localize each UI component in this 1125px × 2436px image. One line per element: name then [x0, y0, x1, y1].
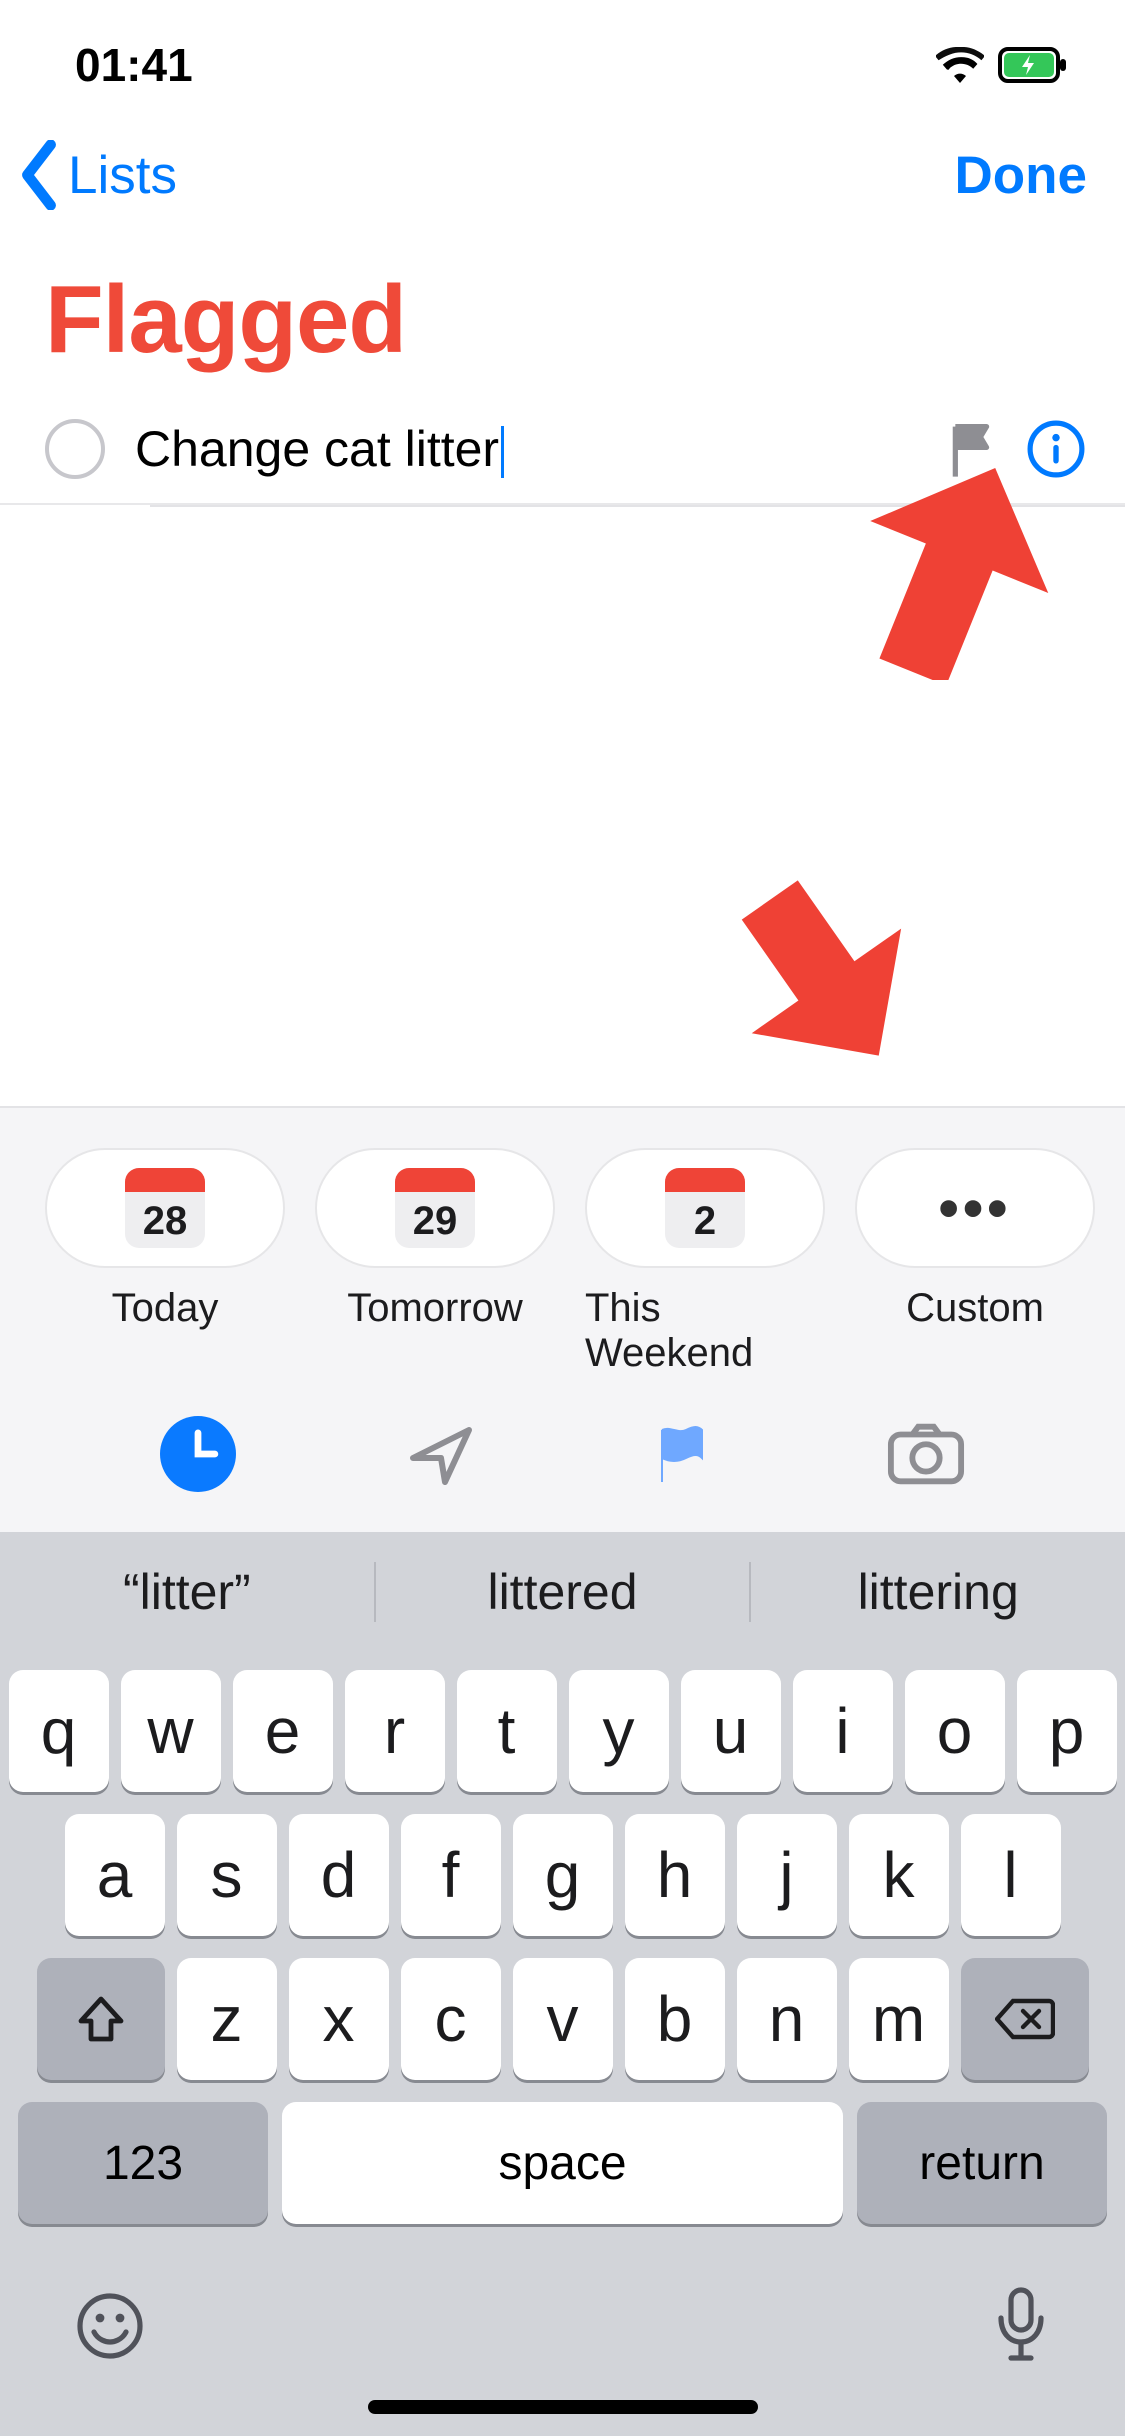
key-q[interactable]: q [9, 1670, 109, 1792]
home-indicator[interactable] [368, 2400, 758, 2414]
flag-button[interactable] [646, 1418, 718, 1490]
key-w[interactable]: w [121, 1670, 221, 1792]
key-row-3: z x c v b n m [8, 1958, 1117, 2080]
annotation-arrow-icon [720, 865, 910, 1075]
camera-button[interactable] [887, 1422, 965, 1486]
status-bar: 01:41 [0, 0, 1125, 130]
done-button[interactable]: Done [955, 145, 1088, 206]
return-key[interactable]: return [857, 2102, 1107, 2224]
back-label: Lists [68, 145, 177, 206]
quick-toolbar: 28 Today 29 Tomorrow 2 This Weekend ••• … [0, 1106, 1125, 1532]
key-c[interactable]: c [401, 1958, 501, 2080]
shift-key[interactable] [37, 1958, 165, 2080]
tool-row [45, 1376, 1080, 1532]
text-cursor [501, 426, 504, 478]
key-i[interactable]: i [793, 1670, 893, 1792]
key-r[interactable]: r [345, 1670, 445, 1792]
key-t[interactable]: t [457, 1670, 557, 1792]
chevron-left-icon [14, 140, 64, 210]
key-h[interactable]: h [625, 1814, 725, 1936]
suggestion-3[interactable]: littering [751, 1563, 1125, 1621]
ellipsis-icon: ••• [939, 1175, 1012, 1242]
quick-custom[interactable]: ••• Custom [855, 1148, 1095, 1376]
keyboard-suggestions: “litter” littered littering [0, 1532, 1125, 1652]
key-g[interactable]: g [513, 1814, 613, 1936]
quick-label: This Weekend [585, 1286, 825, 1376]
keyboard: q w e r t y u i o p a s d f g h j k l z … [0, 1652, 1125, 2436]
backspace-key[interactable] [961, 1958, 1089, 2080]
suggestion-1[interactable]: “litter” [0, 1563, 374, 1621]
emoji-button[interactable] [76, 2292, 144, 2360]
quick-weekend[interactable]: 2 This Weekend [585, 1148, 825, 1376]
calendar-day: 2 [694, 1199, 716, 1244]
nav-bar: Lists Done [0, 130, 1125, 225]
battery-charging-icon [998, 47, 1070, 83]
quick-date-row: 28 Today 29 Tomorrow 2 This Weekend ••• … [45, 1148, 1080, 1376]
suggestion-2[interactable]: littered [376, 1563, 750, 1621]
key-p[interactable]: p [1017, 1670, 1117, 1792]
time-button[interactable] [160, 1416, 236, 1492]
back-button[interactable]: Lists [14, 140, 177, 210]
key-d[interactable]: d [289, 1814, 389, 1936]
key-l[interactable]: l [961, 1814, 1061, 1936]
status-icons [936, 47, 1070, 83]
wifi-icon [936, 47, 984, 83]
reminder-text-value: Change cat litter [135, 421, 499, 477]
backspace-icon [995, 1997, 1055, 2041]
quick-today[interactable]: 28 Today [45, 1148, 285, 1376]
status-time: 01:41 [75, 38, 193, 92]
complete-toggle[interactable] [45, 419, 105, 479]
page-title: Flagged [0, 225, 1125, 395]
quick-label: Today [112, 1286, 219, 1331]
key-row-1: q w e r t y u i o p [8, 1670, 1117, 1792]
key-u[interactable]: u [681, 1670, 781, 1792]
quick-tomorrow[interactable]: 29 Tomorrow [315, 1148, 555, 1376]
key-n[interactable]: n [737, 1958, 837, 2080]
space-key[interactable]: space [282, 2102, 843, 2224]
shift-icon [75, 1993, 127, 2045]
key-a[interactable]: a [65, 1814, 165, 1936]
key-j[interactable]: j [737, 1814, 837, 1936]
numbers-key[interactable]: 123 [18, 2102, 268, 2224]
key-f[interactable]: f [401, 1814, 501, 1936]
location-button[interactable] [405, 1418, 477, 1490]
key-x[interactable]: x [289, 1958, 389, 2080]
key-row-4: 123 space return [8, 2102, 1117, 2246]
key-m[interactable]: m [849, 1958, 949, 2080]
key-v[interactable]: v [513, 1958, 613, 2080]
key-o[interactable]: o [905, 1670, 1005, 1792]
key-e[interactable]: e [233, 1670, 333, 1792]
dictation-button[interactable] [993, 2286, 1049, 2366]
calendar-day: 29 [413, 1199, 458, 1244]
key-k[interactable]: k [849, 1814, 949, 1936]
key-y[interactable]: y [569, 1670, 669, 1792]
calendar-day: 28 [143, 1199, 188, 1244]
key-s[interactable]: s [177, 1814, 277, 1936]
annotation-arrow-icon [850, 460, 1050, 680]
key-z[interactable]: z [177, 1958, 277, 2080]
reminder-text-input[interactable]: Change cat litter [135, 420, 917, 479]
key-row-2: a s d f g h j k l [8, 1814, 1117, 1936]
quick-label: Custom [906, 1286, 1044, 1331]
key-b[interactable]: b [625, 1958, 725, 2080]
quick-label: Tomorrow [347, 1286, 523, 1331]
